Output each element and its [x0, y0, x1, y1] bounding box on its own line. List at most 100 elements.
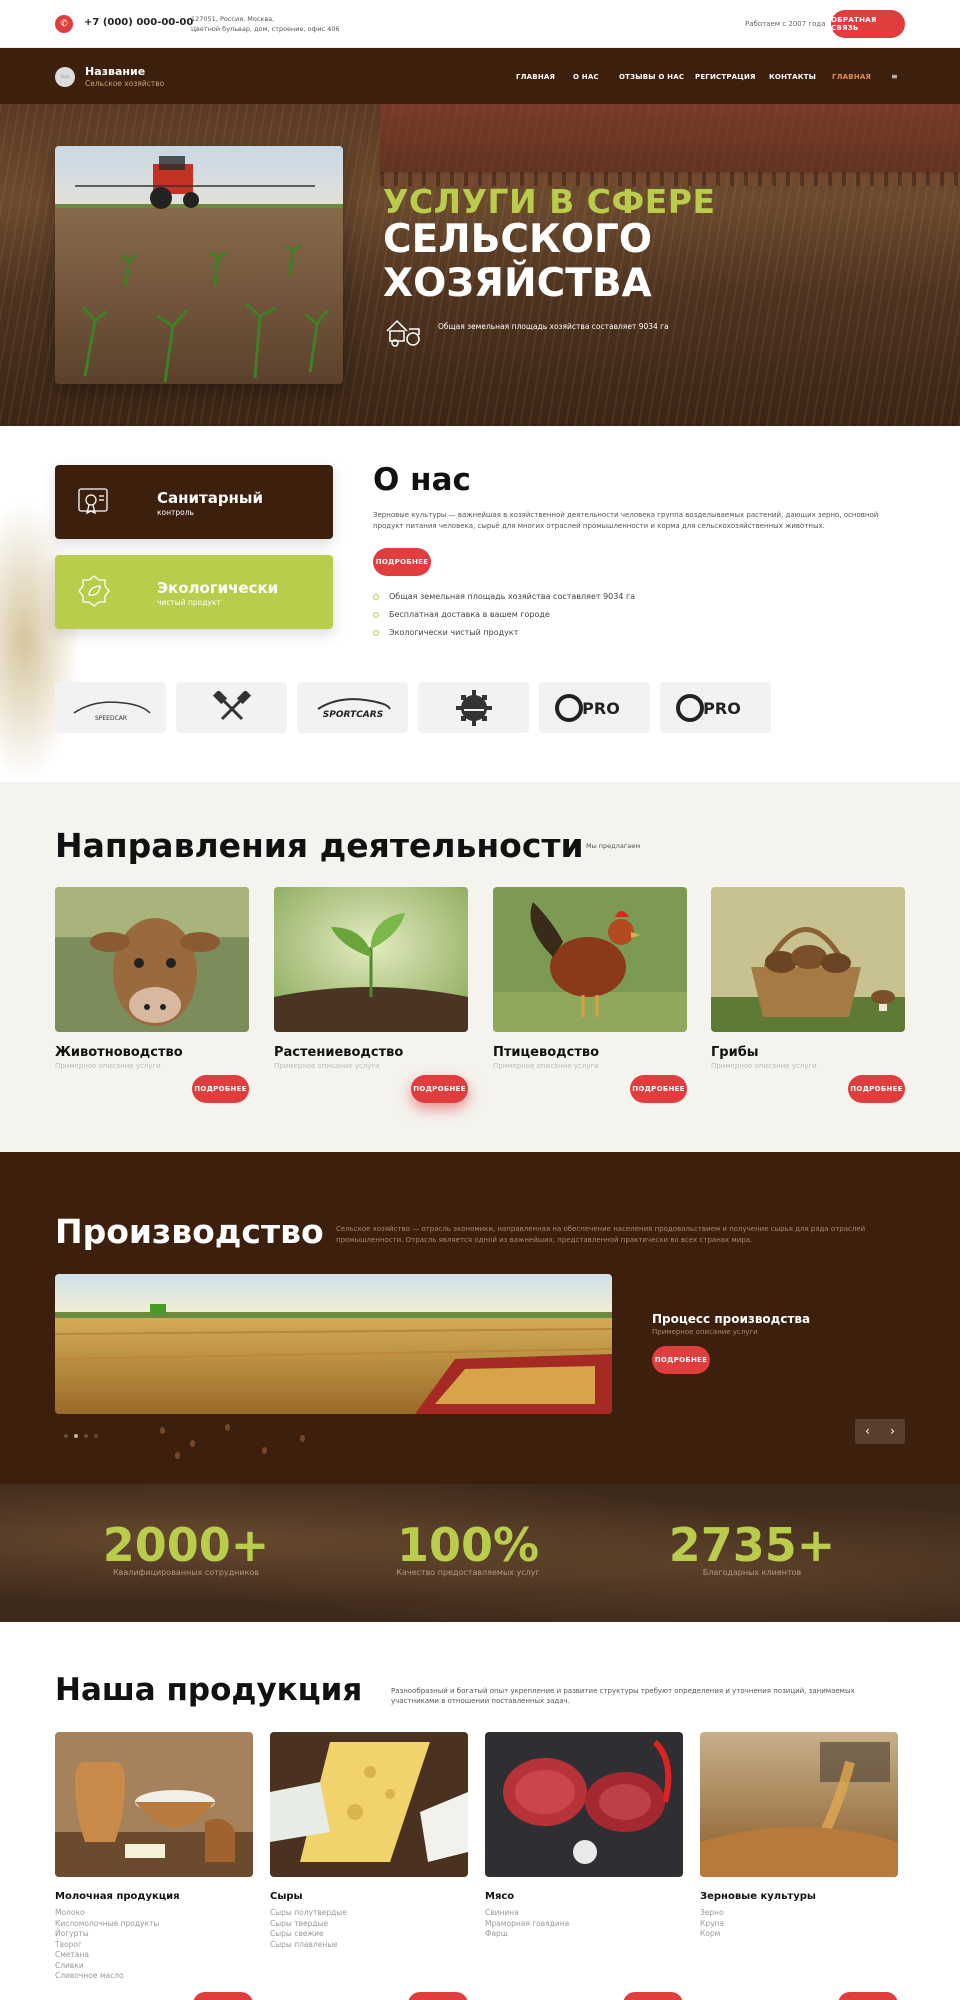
product-item[interactable]: Молоко — [55, 1908, 253, 1919]
nav-item-contacts[interactable]: КОНТАКТЫ — [769, 73, 816, 81]
direction-title: Грибы — [711, 1045, 759, 1060]
grain-photo — [700, 1732, 898, 1877]
slider-next-button[interactable]: › — [880, 1419, 905, 1444]
hero-title-line-3: ХОЗЯЙСТВА — [383, 261, 652, 306]
feature-title: Экологически — [157, 579, 279, 597]
product-item[interactable]: Свинина — [485, 1908, 683, 1919]
product-item[interactable]: Йогурты — [55, 1929, 253, 1940]
products-section: Наша продукция Разнообразный и богатый о… — [0, 1622, 960, 2000]
brand-logo-pro-2[interactable]: PRO — [660, 682, 771, 733]
address: 127051, Россия, Москва, Цветной бульвар,… — [191, 14, 351, 34]
bullet-text: Общая земельная площадь хозяйства состав… — [389, 592, 636, 601]
production-process-title: Процесс производства — [652, 1312, 811, 1326]
top-bar: ✆ +7 (000) 000-00-00 127051, Россия, Мос… — [0, 0, 960, 48]
product-more-button[interactable] — [408, 1992, 468, 2000]
feature-card-eco[interactable]: Экологически чистый продукт — [55, 555, 333, 629]
slider-dot[interactable] — [94, 1434, 98, 1438]
stat-label: Качество предоставляемых услуг — [396, 1568, 540, 1577]
product-item[interactable]: Сливочное масло — [55, 1971, 253, 1982]
production-process-subtitle: Примерное описание услуги — [652, 1328, 758, 1336]
nav-item-home-active[interactable]: ГЛАВНАЯ — [832, 73, 871, 81]
direction-title: Птицеводство — [493, 1045, 600, 1060]
product-card-dairy[interactable]: Молочная продукция Молоко Кисломолочные … — [55, 1732, 253, 1982]
product-item[interactable]: Корм — [700, 1929, 898, 1940]
address-line-1: 127051, Россия, Москва, — [191, 15, 275, 23]
nav-item-home[interactable]: ГЛАВНАЯ — [516, 73, 555, 81]
product-item[interactable]: Сыры свежие — [270, 1929, 468, 1940]
production-title: Производство — [55, 1212, 324, 1251]
slider-dot[interactable] — [64, 1434, 68, 1438]
nav-item-registration[interactable]: РЕГИСТРАЦИЯ — [695, 73, 756, 81]
grain-decoration — [190, 1440, 195, 1447]
brand-logo-pro-1[interactable]: PRO — [539, 682, 650, 733]
product-list: Зерно Крупа Корм — [700, 1908, 898, 1940]
bullet-icon — [373, 593, 379, 600]
product-more-button[interactable] — [838, 1992, 898, 2000]
product-item[interactable]: Сметана — [55, 1950, 253, 1961]
logo-name[interactable]: Название — [85, 65, 145, 78]
product-card-meat[interactable]: Мясо Свинина Мраморная говядина Фарш — [485, 1732, 683, 1940]
hero-area-text: Общая земельная площадь хозяйства состав… — [438, 322, 669, 331]
product-more-button[interactable] — [193, 1992, 253, 2000]
product-item[interactable]: Сливки — [55, 1961, 253, 1972]
menu-icon[interactable]: ≡ — [891, 72, 898, 81]
direction-more-button[interactable]: ПОДРОБНЕЕ — [192, 1075, 249, 1103]
product-title: Мясо — [485, 1891, 515, 1902]
product-item[interactable]: Зерно — [700, 1908, 898, 1919]
brand-logo-speedcar[interactable]: SPEEDCAR — [55, 682, 166, 733]
slider-prev-button[interactable]: ‹ — [855, 1419, 880, 1444]
slider-dot-active[interactable] — [74, 1434, 78, 1438]
sprout-photo — [274, 887, 468, 1032]
rooster-photo — [493, 887, 687, 1032]
product-item[interactable]: Фарш — [485, 1929, 683, 1940]
product-item[interactable]: Сыры плавленые — [270, 1940, 468, 1951]
product-card-grain[interactable]: Зерновые культуры Зерно Крупа Корм — [700, 1732, 898, 1940]
direction-more-button[interactable]: ПОДРОБНЕЕ — [630, 1075, 687, 1103]
brand-logo-sportcars[interactable]: SPORTCARS — [297, 682, 408, 733]
phone-icon[interactable]: ✆ — [55, 15, 73, 33]
brand-logo-pistons[interactable] — [176, 682, 287, 733]
direction-card-crops[interactable]: Растениеводство Примерное описание услуг… — [274, 887, 468, 1103]
about-section: Санитарный контроль Экологически чистый … — [0, 426, 960, 782]
nav-item-reviews[interactable]: ОТЗЫВЫ О НАС — [619, 73, 684, 81]
product-item[interactable]: Крупа — [700, 1919, 898, 1930]
grain-decoration — [175, 1452, 180, 1459]
stat-value: 100% — [396, 1518, 540, 1572]
stat-value: 2735+ — [668, 1518, 836, 1572]
brand-text: SPORTCARS — [322, 710, 382, 720]
production-more-button[interactable]: ПОДРОБНЕЕ — [652, 1346, 710, 1374]
dairy-photo — [55, 1732, 253, 1877]
callback-button[interactable]: ОБРАТНАЯ СВЯЗЬ — [831, 10, 905, 38]
farm-icon — [383, 309, 423, 349]
logo-icon[interactable]: logo — [55, 67, 75, 87]
phone-number[interactable]: +7 (000) 000-00-00 — [84, 17, 193, 28]
grain-decoration — [160, 1427, 165, 1434]
product-list: Молоко Кисломолочные продукты Йогурты Тв… — [55, 1908, 253, 1982]
product-item[interactable]: Сыры твердые — [270, 1919, 468, 1930]
logo-subtitle: Сельское хозяйство — [85, 79, 165, 88]
slider-dot[interactable] — [84, 1434, 88, 1438]
product-more-button[interactable] — [623, 1992, 683, 2000]
product-item[interactable]: Творог — [55, 1940, 253, 1951]
direction-subtitle: Примерное описание услуги — [274, 1062, 380, 1070]
about-more-button[interactable]: ПОДРОБНЕЕ — [373, 548, 431, 576]
direction-card-mushrooms[interactable]: Грибы Примерное описание услуги ПОДРОБНЕ… — [711, 887, 905, 1103]
bullet-icon — [373, 629, 379, 636]
feature-card-sanitary[interactable]: Санитарный контроль — [55, 465, 333, 539]
about-bullet: Экологически чистый продукт — [373, 628, 518, 637]
direction-card-poultry[interactable]: Птицеводство Примерное описание услуги П… — [493, 887, 687, 1103]
grain-decoration — [300, 1435, 305, 1442]
products-text: Разнообразный и богатый опыт укрепление … — [391, 1687, 855, 1705]
products-title: Наша продукция — [55, 1672, 363, 1708]
product-item[interactable]: Сыры полутвердые — [270, 1908, 468, 1919]
direction-more-button[interactable]: ПОДРОБНЕЕ — [411, 1075, 468, 1103]
direction-card-livestock[interactable]: Животноводство Примерное описание услуги… — [55, 887, 249, 1103]
product-card-cheese[interactable]: Сыры Сыры полутвердые Сыры твердые Сыры … — [270, 1732, 468, 1950]
direction-subtitle: Примерное описание услуги — [711, 1062, 817, 1070]
brand-logo-gear[interactable] — [418, 682, 529, 733]
brand-text: PRO — [703, 699, 741, 718]
product-item[interactable]: Мраморная говядина — [485, 1919, 683, 1930]
product-item[interactable]: Кисломолочные продукты — [55, 1919, 253, 1930]
nav-item-about[interactable]: О НАС — [573, 73, 599, 81]
direction-more-button[interactable]: ПОДРОБНЕЕ — [848, 1075, 905, 1103]
